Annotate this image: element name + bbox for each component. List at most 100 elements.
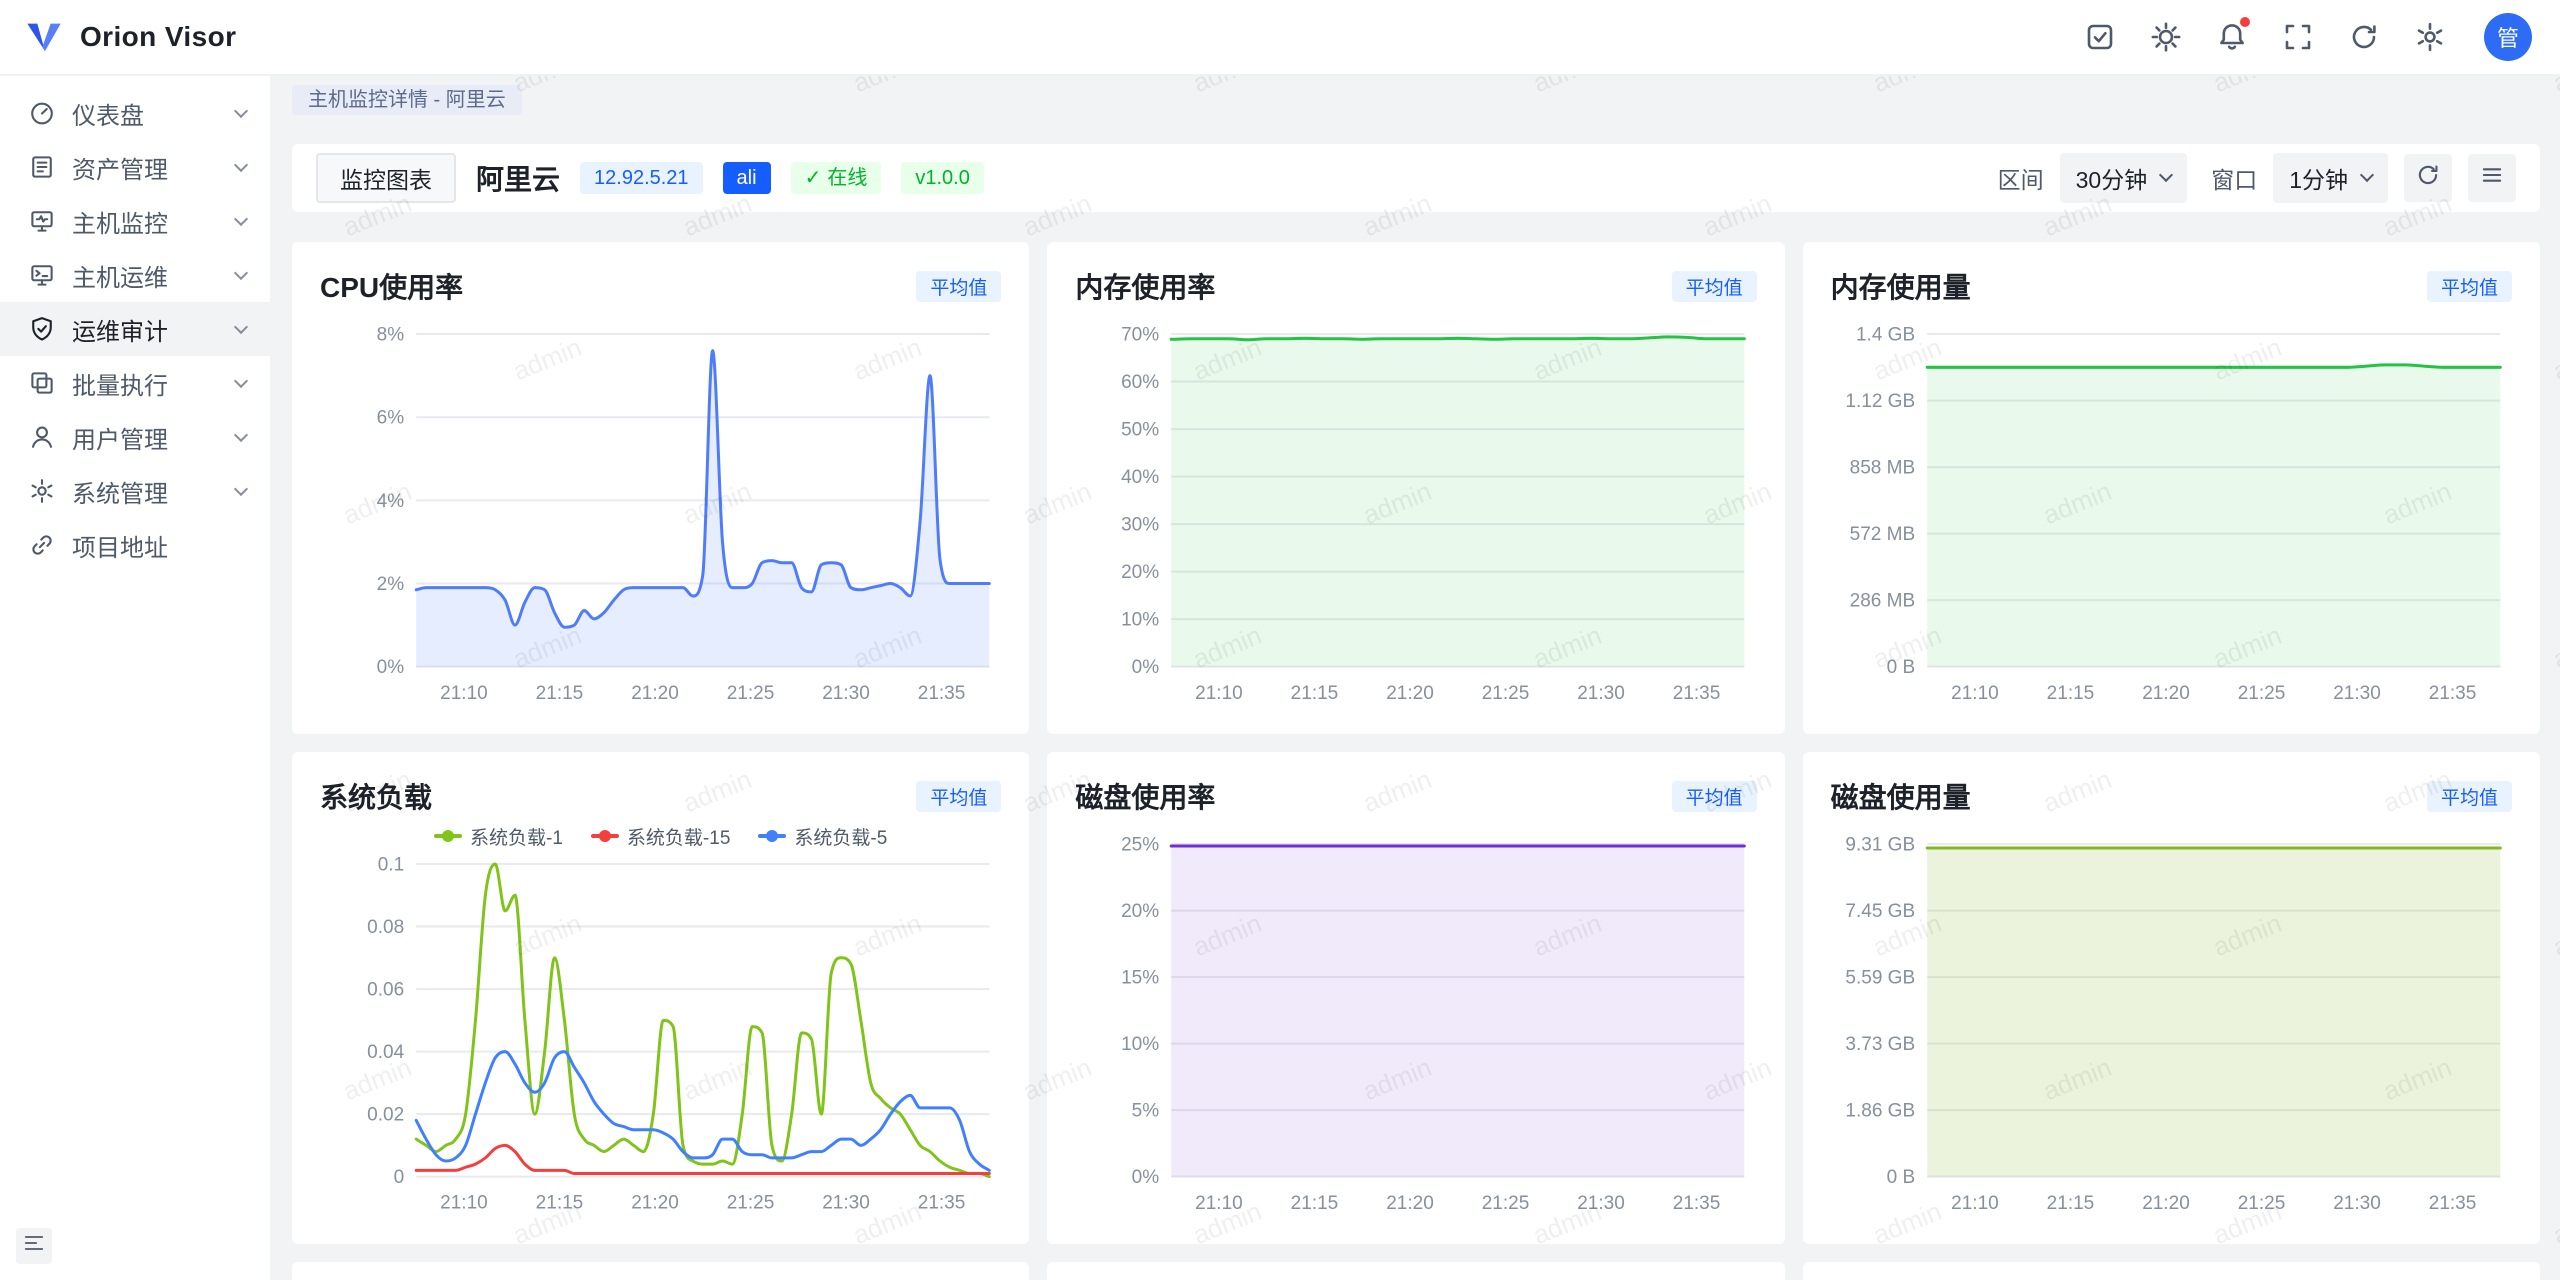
orion-visor-logo-icon [24,17,64,57]
sidebar-item-label: 运维审计 [72,312,220,347]
monitor-chart-button[interactable]: 监控图表 [316,153,456,203]
legend-item[interactable]: 系统负载-5 [758,823,887,850]
check-square-button[interactable] [2084,21,2116,53]
sidebar-item-assets[interactable]: 资产管理 [0,140,270,194]
chart-list-button[interactable] [2468,154,2516,202]
svg-text:21:30: 21:30 [822,683,870,704]
brand[interactable]: Orion Visor [24,17,236,57]
refresh-charts-button[interactable] [2404,154,2452,202]
svg-text:21:25: 21:25 [1482,683,1530,704]
sidebar-item-batch-exec[interactable]: 批量执行 [0,356,270,410]
svg-text:0.02: 0.02 [367,1105,404,1126]
chart-title: CPU使用率 [320,266,463,306]
svg-text:21:30: 21:30 [1578,1193,1626,1214]
app-title: Orion Visor [80,21,236,53]
refresh-icon [2415,162,2441,195]
svg-text:15%: 15% [1121,968,1159,989]
legend-item[interactable]: 系统负载-15 [591,823,730,850]
chart-card-load: 系统负载平均值系统负载-1系统负载-15系统负载-500.020.040.060… [292,752,1029,1244]
svg-text:9.31 GB: 9.31 GB [1845,834,1915,855]
svg-text:21:10: 21:10 [440,1193,488,1214]
svg-text:4%: 4% [377,491,405,512]
legend-item[interactable]: 系统负载-1 [434,823,563,850]
svg-text:3.73 GB: 3.73 GB [1845,1034,1915,1055]
notifications-button[interactable] [2216,21,2248,53]
sidebar-item-label: 主机运维 [72,258,220,293]
host-ops-icon [28,261,56,289]
svg-text:70%: 70% [1121,324,1159,345]
svg-text:21:30: 21:30 [1578,683,1626,704]
list-menu-icon [2479,162,2505,195]
sidebar-item-user-mgmt[interactable]: 用户管理 [0,410,270,464]
chart-card-partial [292,1262,1029,1280]
fullscreen-button[interactable] [2282,21,2314,53]
sidebar-item-label: 项目地址 [72,528,246,563]
svg-text:21:10: 21:10 [1195,1193,1243,1214]
svg-text:10%: 10% [1121,610,1159,631]
chart-card-mem-rate: 内存使用率平均值0%10%20%30%40%50%60%70%21:1021:1… [1047,242,1784,734]
sidebar-item-label: 用户管理 [72,420,220,455]
svg-text:21:20: 21:20 [1387,1193,1435,1214]
svg-text:21:35: 21:35 [918,683,966,704]
interval-label: 区间 [1998,161,2044,195]
chart-canvas-cpu: 0%2%4%6%8%21:1021:1521:2021:2521:3021:35 [320,310,1001,723]
refresh-topbar-button[interactable] [2348,21,2380,53]
chart-title: 内存使用量 [1831,266,1971,306]
host-code-tag: ali [723,162,771,194]
theme-sun-icon [2150,21,2182,53]
window-select[interactable]: 1分钟 [2273,153,2388,203]
chart-title: 系统负载 [320,776,432,816]
sidebar-item-project-link[interactable]: 项目地址 [0,518,270,572]
sidebar-item-label: 主机监控 [72,204,220,239]
svg-text:0.08: 0.08 [367,917,404,938]
chart-canvas-mem-rate: 0%10%20%30%40%50%60%70%21:1021:1521:2021… [1075,310,1756,723]
svg-text:50%: 50% [1121,420,1159,441]
host-ip-tag: 12.92.5.21 [580,162,703,194]
theme-toggle-button[interactable] [2150,21,2182,53]
collapse-menu-icon [22,1231,46,1262]
sidebar-item-label: 批量执行 [72,366,220,401]
svg-text:21:35: 21:35 [2428,1193,2476,1214]
settings-gear-icon [2414,21,2446,53]
average-badge: 平均值 [916,781,1001,812]
avatar[interactable]: 管 [2484,13,2532,61]
svg-text:286 MB: 286 MB [1849,591,1915,612]
svg-text:21:15: 21:15 [536,1193,584,1214]
chart-canvas-mem-usage: 0 B286 MB572 MB858 MB1.12 GB1.4 GB21:102… [1831,310,2512,723]
svg-text:21:15: 21:15 [1291,1193,1339,1214]
sidebar-item-system-mgmt[interactable]: 系统管理 [0,464,270,518]
batch-exec-icon [28,369,56,397]
breadcrumb-row: 主机监控详情 - 阿里云 [272,80,2560,120]
svg-text:0: 0 [394,1167,405,1188]
svg-text:0 B: 0 B [1886,1167,1915,1188]
svg-text:0.1: 0.1 [378,854,404,875]
svg-text:21:15: 21:15 [2046,1193,2094,1214]
breadcrumb[interactable]: 主机监控详情 - 阿里云 [292,85,522,115]
average-badge: 平均值 [916,271,1001,302]
svg-text:21:10: 21:10 [1951,1193,1999,1214]
chevron-down-icon [234,158,248,172]
sidebar-item-host-monitor[interactable]: 主机监控 [0,194,270,248]
check-icon: ✓ [805,162,822,194]
legend-marker-icon [434,834,462,838]
interval-select[interactable]: 30分钟 [2060,153,2188,203]
svg-text:21:25: 21:25 [2237,683,2285,704]
settings-button[interactable] [2414,21,2446,53]
svg-text:1.86 GB: 1.86 GB [1845,1101,1915,1122]
average-badge: 平均值 [1672,781,1757,812]
monitor-toolbar: 监控图表 阿里云 12.92.5.21 ali ✓在线 v1.0.0 区间 30… [292,144,2540,212]
sidebar-item-ops-audit[interactable]: 运维审计 [0,302,270,356]
svg-text:25%: 25% [1121,834,1159,855]
svg-text:20%: 20% [1121,901,1159,922]
topbar-actions: 管 [2084,13,2532,61]
chevron-down-icon [234,428,248,442]
topbar: Orion Visor 管 [0,0,2560,76]
svg-text:21:20: 21:20 [1387,683,1435,704]
average-badge: 平均值 [2427,781,2512,812]
svg-text:21:35: 21:35 [1673,1193,1721,1214]
svg-text:21:35: 21:35 [2428,683,2476,704]
sidebar-item-host-ops[interactable]: 主机运维 [0,248,270,302]
sidebar-collapse-button[interactable] [16,1228,52,1264]
ops-audit-icon [28,315,56,343]
sidebar-item-dashboard[interactable]: 仪表盘 [0,86,270,140]
